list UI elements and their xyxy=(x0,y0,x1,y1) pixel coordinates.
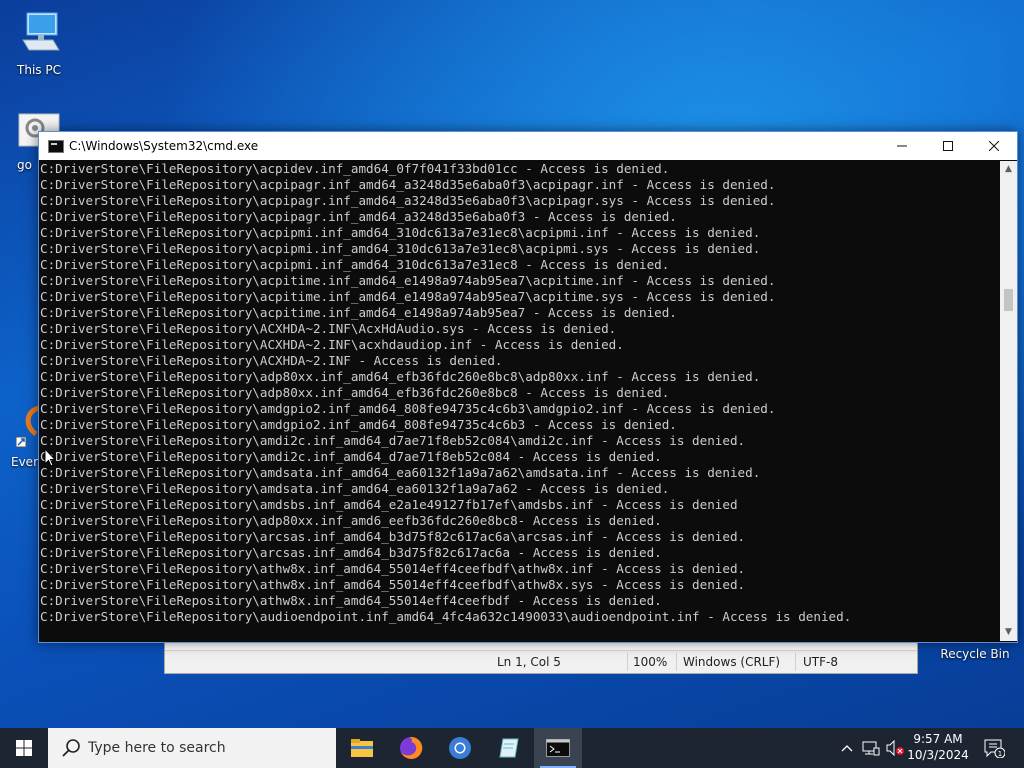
this-pc-label: This PC xyxy=(17,63,61,77)
console-line: C:DriverStore\FileRepository\acpipagr.in… xyxy=(40,193,776,208)
chevron-up-icon xyxy=(841,745,853,752)
close-button[interactable] xyxy=(971,132,1017,160)
maximize-button[interactable] xyxy=(925,132,971,160)
mouse-pointer-icon xyxy=(44,448,56,467)
console-line: C:DriverStore\FileRepository\amdi2c.inf_… xyxy=(40,449,662,464)
clock-date: 10/3/2024 xyxy=(907,748,969,762)
cmd-window-title: C:\Windows\System32\cmd.exe xyxy=(69,139,259,153)
console-line: C:DriverStore\FileRepository\acpipmi.inf… xyxy=(40,241,761,256)
console-line: C:DriverStore\FileRepository\acpipmi.inf… xyxy=(40,257,670,272)
recycle-bin-label: Recycle Bin xyxy=(940,647,1010,661)
console-line: C:DriverStore\FileRepository\arcsas.inf_… xyxy=(40,545,662,560)
taskbar-firefox[interactable] xyxy=(387,728,435,768)
console-line: C:DriverStore\FileRepository\adp80xx.inf… xyxy=(40,385,670,400)
console-line: C:DriverStore\FileRepository\amdi2c.inf_… xyxy=(40,433,746,448)
console-line: C:DriverStore\FileRepository\amdsbs.inf_… xyxy=(40,497,738,512)
taskbar-search-box[interactable]: Type here to search xyxy=(48,728,336,768)
this-pc-desktop-icon[interactable]: This PC xyxy=(1,10,77,77)
action-center-button[interactable]: 1 xyxy=(980,728,1008,768)
taskbar-file-explorer[interactable] xyxy=(338,728,386,768)
taskbar-clock[interactable]: 9:57 AM 10/3/2024 xyxy=(904,731,972,763)
firefox-icon xyxy=(400,736,423,759)
show-hidden-icons-button[interactable] xyxy=(836,728,858,768)
notification-count: 1 xyxy=(998,750,1002,758)
browser-icon xyxy=(449,737,471,759)
network-icon xyxy=(862,741,880,756)
console-line: C:DriverStore\FileRepository\arcsas.inf_… xyxy=(40,529,746,544)
taskbar-notepad[interactable] xyxy=(485,728,533,768)
partial-desktop-label-go: go xyxy=(17,158,32,172)
clock-time: 9:57 AM xyxy=(913,732,963,746)
console-line: C:DriverStore\FileRepository\ACXHDA~2.IN… xyxy=(40,321,617,336)
close-icon xyxy=(989,141,999,151)
console-line: C:DriverStore\FileRepository\acpitime.in… xyxy=(40,289,776,304)
command-prompt-icon xyxy=(546,739,570,757)
cmd-icon xyxy=(48,140,64,153)
search-icon xyxy=(62,739,80,757)
scroll-up-arrow-icon[interactable]: ▲ xyxy=(1000,161,1017,178)
notification-icon: 1 xyxy=(984,739,1005,758)
taskbar-command-prompt[interactable] xyxy=(534,728,582,768)
console-line: C:DriverStore\FileRepository\amdsata.inf… xyxy=(40,465,761,480)
file-explorer-icon xyxy=(351,739,373,757)
cmd-window[interactable]: C:\Windows\System32\cmd.exe C:DriverStor… xyxy=(38,131,1018,643)
console-line: C:DriverStore\FileRepository\athw8x.inf_… xyxy=(40,561,746,576)
console-line: C:DriverStore\FileRepository\audioendpoi… xyxy=(40,609,852,624)
console-line: C:DriverStore\FileRepository\acpipmi.inf… xyxy=(40,225,761,240)
console-output[interactable]: C:DriverStore\FileRepository\acpidev.inf… xyxy=(39,161,999,641)
taskbar-chrome[interactable] xyxy=(436,728,484,768)
cursor-position: Ln 1, Col 5 xyxy=(497,655,561,669)
minimize-icon xyxy=(897,145,907,147)
console-line: C:DriverStore\FileRepository\acpipagr.in… xyxy=(40,177,776,192)
windows-logo-icon xyxy=(16,740,32,756)
cmd-title-bar[interactable]: C:\Windows\System32\cmd.exe xyxy=(39,132,1017,160)
console-line: C:DriverStore\FileRepository\athw8x.inf_… xyxy=(40,593,662,608)
scroll-thumb[interactable] xyxy=(1004,289,1013,311)
console-line: C:DriverStore\FileRepository\athw8x.inf_… xyxy=(40,577,746,592)
network-status-button[interactable] xyxy=(860,728,882,768)
this-pc-icon xyxy=(22,12,60,51)
console-line: C:DriverStore\FileRepository\amdgpio2.in… xyxy=(40,401,776,416)
volume-muted-icon xyxy=(886,740,904,756)
notepad-icon xyxy=(499,738,519,758)
console-line: C:DriverStore\FileRepository\adp80xx.inf… xyxy=(40,513,662,528)
minimize-button[interactable] xyxy=(879,132,925,160)
console-line: C:DriverStore\FileRepository\ACXHDA~2.IN… xyxy=(40,353,503,368)
console-scrollbar[interactable]: ▲ ▼ xyxy=(1000,161,1017,641)
maximize-icon xyxy=(943,141,953,151)
encoding: UTF-8 xyxy=(803,655,838,669)
console-line: C:DriverStore\FileRepository\acpitime.in… xyxy=(40,273,776,288)
taskbar: Type here to search 9:57 AM 10/3/2024 1 xyxy=(0,728,1024,768)
console-line: C:DriverStore\FileRepository\amdsata.inf… xyxy=(40,481,670,496)
scroll-down-arrow-icon[interactable]: ▼ xyxy=(1000,624,1017,641)
console-line: C:DriverStore\FileRepository\adp80xx.inf… xyxy=(40,369,761,384)
console-line: C:DriverStore\FileRepository\acpidev.inf… xyxy=(40,161,670,176)
console-line: C:DriverStore\FileRepository\acpitime.in… xyxy=(40,305,677,320)
console-line: C:DriverStore\FileRepository\ACXHDA~2.IN… xyxy=(40,337,624,352)
search-placeholder: Type here to search xyxy=(88,740,226,756)
volume-button[interactable] xyxy=(884,728,906,768)
line-ending: Windows (CRLF) xyxy=(683,655,781,669)
zoom-level: 100% xyxy=(633,655,668,669)
console-line: C:DriverStore\FileRepository\amdgpio2.in… xyxy=(40,417,677,432)
console-line: C:DriverStore\FileRepository\acpipagr.in… xyxy=(40,209,677,224)
start-button[interactable] xyxy=(0,728,48,768)
notepad-status-bar: Ln 1, Col 5 100% Windows (CRLF) UTF-8 xyxy=(165,650,917,673)
